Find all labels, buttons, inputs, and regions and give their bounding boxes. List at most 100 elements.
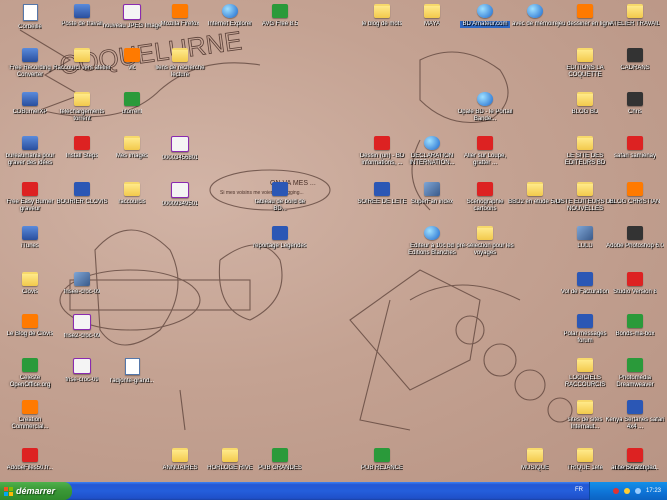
folder-icon bbox=[22, 272, 38, 286]
app-icon bbox=[22, 92, 38, 106]
desktop-icon-label: pré-sélection pour les voyages bbox=[456, 243, 514, 256]
desktop-icon-label: Install Steps bbox=[65, 153, 99, 159]
web-icon bbox=[527, 4, 543, 18]
desktop-icon-label: MAYA bbox=[423, 21, 441, 27]
desktop-icon-label: The Scratchpad bbox=[613, 465, 657, 471]
desktop-icon[interactable]: The Scratchpad bbox=[605, 446, 665, 482]
desktop-icon[interactable]: Le Blog de Clovis bbox=[0, 312, 60, 354]
desktop-icon-label: BOURIER CLOVIS bbox=[56, 199, 108, 205]
desktop-icon[interactable]: l'adjonte-grand... bbox=[102, 356, 162, 398]
desktop-icon-label: Adobe Photoshop 6.0 bbox=[606, 243, 664, 249]
green-icon bbox=[272, 4, 288, 18]
desktop-icon[interactable]: Celeste OpenOffice.org bbox=[0, 356, 60, 398]
app-icon bbox=[22, 136, 38, 150]
desktop-icon[interactable]: 00009349501 bbox=[150, 180, 210, 222]
folder-icon bbox=[74, 92, 90, 106]
desktop-icon[interactable]: Studio Version 8 bbox=[605, 270, 665, 312]
desktop-icon[interactable]: frisee-croc-09 bbox=[52, 270, 112, 312]
desktop-icon[interactable]: Clovis bbox=[0, 270, 60, 312]
network-tray-icon[interactable] bbox=[623, 488, 630, 494]
desktop-icon[interactable]: 00003456801 bbox=[150, 134, 210, 176]
folder-icon bbox=[374, 4, 390, 18]
desktop-icon-label: ATELIER TRAVAIL bbox=[609, 21, 661, 27]
desktop-icon[interactable]: PUB GRANDES bbox=[250, 446, 310, 482]
app-icon bbox=[22, 226, 38, 240]
desktop-icon[interactable]: AdobeFiles50.fr... bbox=[0, 446, 60, 482]
web-icon bbox=[477, 4, 493, 18]
desktop-icon-label: PUB GRANDES bbox=[258, 465, 302, 471]
desktop[interactable]: COQUELURNE ON VA MES ... Si mes voisins … bbox=[0, 0, 667, 482]
desktop-icon[interactable]: SuperFan index bbox=[402, 180, 462, 222]
folder-icon bbox=[577, 358, 593, 372]
desktop-icon[interactable]: safari samienay bbox=[605, 134, 665, 176]
desktop-icon-label: liens de recherche lecture bbox=[155, 65, 205, 78]
desktop-icon[interactable]: AVG Free 8.5 bbox=[250, 2, 310, 44]
word-icon bbox=[627, 400, 643, 414]
desktop-icon[interactable]: tableau de bord de BD... bbox=[250, 180, 310, 222]
folder-icon bbox=[222, 448, 238, 462]
web-icon bbox=[222, 4, 238, 18]
desktop-icon-label: tableau de bord de BD... bbox=[254, 199, 306, 212]
desktop-icon[interactable]: PUB REJANCE bbox=[352, 446, 412, 482]
desktop-icon[interactable]: CADRANS bbox=[605, 46, 665, 88]
word-icon bbox=[74, 182, 90, 196]
red-icon bbox=[627, 136, 643, 150]
desktop-icon-label: Editeur à 10c bd Editions Blanches bbox=[408, 243, 456, 256]
desktop-icon[interactable]: iTunes bbox=[0, 224, 60, 266]
desktop-icon[interactable]: frise2-croc-09 bbox=[52, 312, 112, 354]
desktop-icon-label: LULU bbox=[577, 243, 593, 249]
desktop-icon[interactable]: DECLARATION INTERNATION... bbox=[402, 134, 462, 176]
taskbar: démarrer FR 17:23 bbox=[0, 482, 667, 500]
desktop-icon[interactable]: Adobe Photoshop 6.0 bbox=[605, 224, 665, 266]
volume-tray-icon[interactable] bbox=[634, 488, 641, 494]
desktop-icon[interactable]: CDBurnerXP bbox=[0, 90, 60, 132]
desktop-icon-label: BBD2 en etude 5AX bbox=[508, 199, 562, 205]
clock[interactable]: 17:23 bbox=[646, 488, 661, 494]
doc-icon bbox=[22, 4, 38, 21]
desktop-icon[interactable]: Free Recording Converter bbox=[0, 46, 60, 88]
orange-icon bbox=[22, 314, 38, 328]
desktop-icon[interactable]: utorrent bbox=[102, 90, 162, 132]
desktop-icon[interactable]: ATELIER TRAVAIL bbox=[605, 2, 665, 44]
folder-icon bbox=[627, 4, 643, 18]
desktop-icon-label: le blog de mots bbox=[361, 21, 403, 27]
start-button[interactable]: démarrer bbox=[0, 482, 72, 500]
folder-icon bbox=[124, 136, 140, 150]
word-icon bbox=[577, 272, 593, 286]
desktop-icon[interactable]: Free Easy Burner graveur bbox=[0, 180, 60, 222]
desktop-icon[interactable]: Aller sur Loupe, gratter ... bbox=[455, 134, 515, 176]
desktop-icon[interactable]: Chris bbox=[605, 90, 665, 132]
desktop-icon-label: Creation Commercial... bbox=[11, 417, 49, 430]
desktop-icon[interactable]: liens de recherche lecture bbox=[150, 46, 210, 88]
desktop-icon-label: Mozilla Firefox bbox=[160, 21, 200, 27]
desktop-icon-label: CDBurnerXP bbox=[12, 109, 48, 115]
folder-icon bbox=[172, 448, 188, 462]
desktop-icon-label: SOIREE DE LETE bbox=[357, 199, 407, 205]
red-icon bbox=[22, 448, 38, 462]
antivirus-tray-icon[interactable] bbox=[612, 488, 619, 494]
desktop-icon[interactable]: Opale BD - le Portail Bande... bbox=[455, 90, 515, 132]
word-icon bbox=[577, 314, 593, 328]
desktop-icon[interactable]: Editeur à 10c bd Editions Blanches bbox=[402, 224, 462, 266]
desktop-icon[interactable]: Kenya Sertanes safari 4x4 ... bbox=[605, 398, 665, 440]
desktop-icon-label: AVG Free 8.5 bbox=[261, 21, 299, 27]
desktop-icon[interactable]: Creation Commercial... bbox=[0, 398, 60, 440]
windows-logo-icon bbox=[4, 486, 13, 496]
desktop-icon-label: BLOG CHRISTIAN bbox=[609, 199, 661, 205]
desktop-icon[interactable]: BLOG CHRISTIAN bbox=[605, 180, 665, 222]
web-icon bbox=[424, 226, 440, 240]
jpeg-icon bbox=[73, 358, 91, 374]
desktop-icon-label: Free Easy Burner graveur bbox=[6, 199, 54, 212]
desktop-icon[interactable]: pré-sélection pour les voyages bbox=[455, 224, 515, 266]
desktop-icon[interactable]: Photomédia Dreamweaver bbox=[605, 356, 665, 398]
desktop-icon[interactable]: MAYA bbox=[402, 2, 462, 44]
folder-icon bbox=[577, 400, 593, 414]
language-indicator[interactable]: FR bbox=[575, 487, 583, 493]
desktop-icon[interactable]: bureaumania pour graver des idées bbox=[0, 134, 60, 176]
desktop-icon[interactable]: Corbeille bbox=[0, 2, 60, 44]
desktop-icon[interactable]: Bonds-ma-box bbox=[605, 312, 665, 354]
jpeg-icon bbox=[171, 136, 189, 152]
app-icon bbox=[74, 4, 90, 18]
desktop-icon-label: raccourcis bbox=[118, 199, 146, 205]
desktop-icon[interactable]: reportage Legendes bbox=[250, 224, 310, 266]
